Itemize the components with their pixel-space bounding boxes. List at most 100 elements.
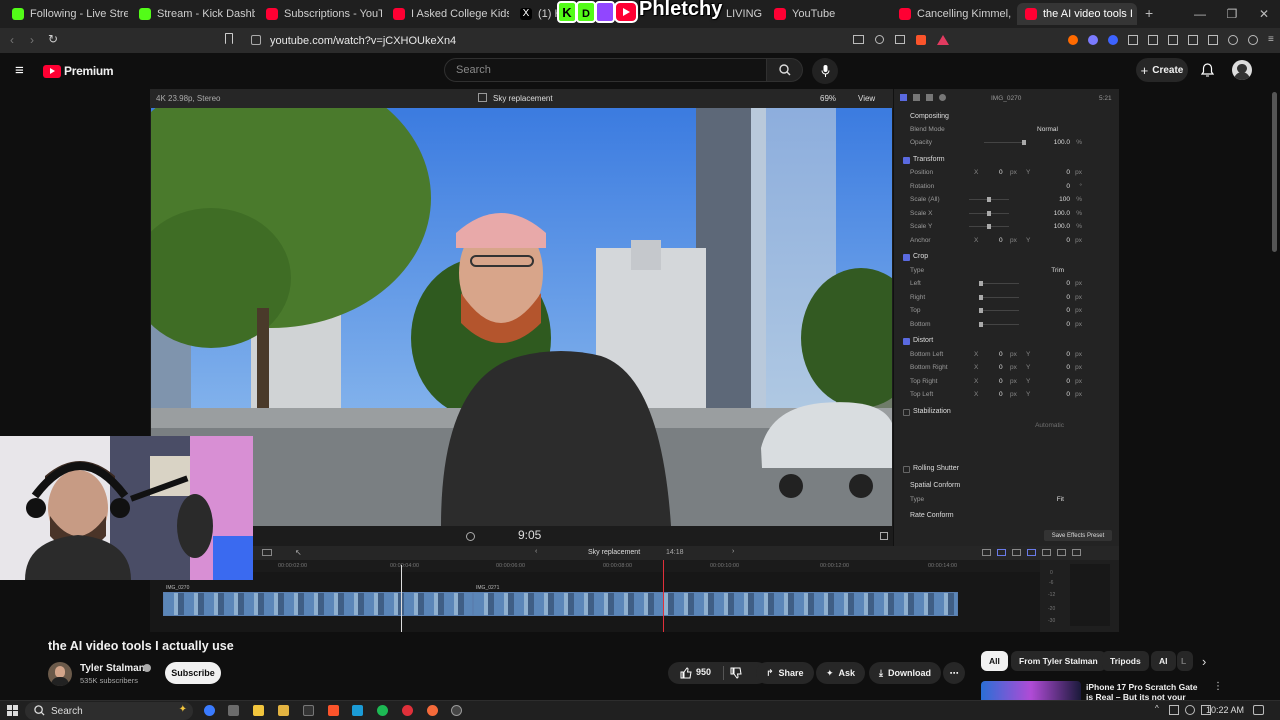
notifications-bell-icon[interactable] [1201, 63, 1214, 77]
app-icon[interactable] [402, 705, 413, 716]
search-button[interactable] [767, 58, 803, 82]
effects-browser-icon[interactable] [1057, 549, 1066, 556]
crop-section[interactable]: Crop [894, 251, 1120, 264]
chip-next[interactable]: L [1177, 651, 1193, 671]
browser-tab[interactable]: YouTube [766, 3, 890, 25]
brave-browser-icon[interactable] [328, 705, 339, 716]
share-page-icon[interactable] [895, 35, 905, 44]
browser-tab[interactable]: LIVING [718, 3, 766, 25]
menu-icon[interactable]: ≡ [1268, 35, 1278, 45]
create-button[interactable]: + Create [1136, 58, 1188, 82]
audio-inspector-icon[interactable] [926, 94, 933, 101]
bottom-left-row[interactable]: Bottom Left X 0 px Y 0 px [894, 349, 1120, 362]
wallet-icon[interactable] [1148, 35, 1158, 45]
scale-y-row[interactable]: Scale Y 100.0% [894, 221, 1120, 234]
windows-start-icon[interactable] [7, 705, 18, 716]
bottom-right-row[interactable]: Bottom Right X 0 px Y 0 px [894, 362, 1120, 375]
stabilization-section[interactable]: Stabilization [894, 406, 1120, 419]
brave-shield-icon[interactable] [916, 35, 926, 45]
sidebar-icon[interactable] [1188, 35, 1198, 45]
subscribe-button[interactable]: Subscribe [165, 662, 221, 684]
vpn-icon[interactable] [1248, 35, 1258, 45]
extension-icon[interactable] [1108, 35, 1118, 45]
new-tab-button[interactable]: + [1145, 5, 1153, 21]
ask-button[interactable]: ✦ Ask [816, 662, 866, 684]
edit-mode-icon[interactable] [262, 549, 272, 556]
more-actions-button[interactable]: ⋯ [943, 662, 965, 684]
recommended-title[interactable]: iPhone 17 Pro Scratch Gate is Real – But… [1086, 682, 1204, 700]
browser-tab[interactable]: Following - Live Streams o [4, 3, 128, 25]
browser-tab[interactable]: Stream - Kick Dashboard [131, 3, 255, 25]
skimming-icon[interactable] [982, 549, 991, 556]
browser-tab[interactable]: Cancelling Kimmel, Fired [891, 3, 1015, 25]
like-button[interactable] [680, 667, 692, 679]
taskbar-search[interactable]: Search ✦ [25, 702, 193, 720]
hamburger-menu-icon[interactable]: ≡ [15, 62, 24, 79]
anchor-row[interactable]: Anchor X 0 px Y 0 px [894, 235, 1120, 248]
puzzle-icon[interactable] [1128, 35, 1138, 45]
youtube-logo[interactable]: Premium [43, 64, 114, 78]
recommended-thumbnail[interactable] [981, 681, 1081, 701]
stabilization-checkbox[interactable] [903, 409, 910, 416]
video-inspector-icon[interactable] [900, 94, 907, 101]
chips-next-icon[interactable]: › [1202, 654, 1206, 669]
reload-icon[interactable]: ↻ [48, 32, 58, 46]
download-icon[interactable] [1208, 35, 1218, 45]
timeline-ruler[interactable]: 00:00:02:00 00:00:04:00 00:00:06:00 00:0… [150, 560, 1040, 572]
top-right-row[interactable]: Top Right X 0 px Y 0 px [894, 376, 1120, 389]
rotation-row[interactable]: Rotation 0 ° [894, 181, 1120, 194]
fullscreen-icon[interactable] [880, 532, 888, 540]
search-input[interactable]: Search [444, 58, 767, 82]
firefox-icon[interactable] [427, 705, 438, 716]
transform-checkbox[interactable] [903, 157, 910, 164]
brave-rewards-icon[interactable] [937, 35, 949, 45]
play-icon[interactable] [466, 532, 475, 541]
snapping-icon[interactable] [1027, 549, 1036, 556]
extension-icon[interactable] [1068, 35, 1078, 45]
audio-skimming-icon[interactable] [997, 549, 1006, 556]
notification-center-icon[interactable] [1253, 705, 1264, 715]
blend-mode-row[interactable]: Blend Mode Normal [894, 124, 1120, 137]
info-inspector-icon[interactable] [939, 94, 946, 101]
select-tool-icon[interactable]: ↖ [295, 548, 302, 557]
channel-name[interactable]: Tyler Stalman [80, 663, 145, 674]
folder-icon[interactable] [278, 705, 289, 716]
voice-search-button[interactable] [812, 58, 838, 84]
capcut-icon[interactable] [303, 705, 314, 716]
crop-left-row[interactable]: Left 0 px [894, 278, 1120, 291]
spotify-icon[interactable] [377, 705, 388, 716]
color-inspector-icon[interactable] [913, 94, 920, 101]
crop-bottom-row[interactable]: Bottom 0 px [894, 319, 1120, 332]
view-menu[interactable]: View [858, 94, 875, 103]
crop-top-row[interactable]: Top 0 px [894, 305, 1120, 318]
back-icon[interactable]: ‹ [10, 33, 14, 47]
opacity-row[interactable]: Opacity 100.0% [894, 137, 1120, 150]
music-icon[interactable] [1168, 35, 1178, 45]
recommended-more-icon[interactable]: ⋮ [1213, 681, 1223, 692]
timeline-clip[interactable]: IMG_0271 [473, 585, 958, 616]
browser-tab[interactable]: X (1) Ho [512, 3, 560, 25]
wifi-icon[interactable] [1185, 705, 1195, 715]
transform-section[interactable]: Transform [894, 154, 1120, 167]
page-scrollbar[interactable] [1272, 92, 1277, 252]
copilot-icon[interactable] [204, 705, 215, 716]
chip-ai[interactable]: AI [1151, 651, 1176, 671]
timeline-clip[interactable]: IMG_0270 [163, 585, 473, 616]
browser-tab[interactable]: Subscriptions - YouTube [258, 3, 382, 25]
timeline-track[interactable]: IMG_0270 IMG_0271 [150, 572, 1040, 632]
position-row[interactable]: Position X 0 px Y 0 px [894, 167, 1120, 180]
zoom-icon[interactable] [875, 35, 884, 44]
history-back-icon[interactable]: ‹ [535, 548, 537, 555]
conform-type-row[interactable]: Type Fit [894, 494, 1120, 507]
solo-icon[interactable] [1012, 549, 1021, 556]
settings-icon[interactable] [228, 705, 239, 716]
bookmark-icon[interactable] [225, 33, 233, 44]
playhead[interactable] [663, 560, 664, 632]
browser-tab-active[interactable]: the AI video tools I ✕ [1017, 3, 1137, 25]
save-effects-preset-button[interactable]: Save Effects Preset [1044, 530, 1112, 541]
download-button[interactable]: ⤓ Download [869, 662, 941, 684]
steam-icon[interactable] [352, 705, 363, 716]
crop-checkbox[interactable] [903, 254, 910, 261]
leo-icon[interactable] [1228, 35, 1238, 45]
distort-section[interactable]: Distort [894, 335, 1120, 348]
